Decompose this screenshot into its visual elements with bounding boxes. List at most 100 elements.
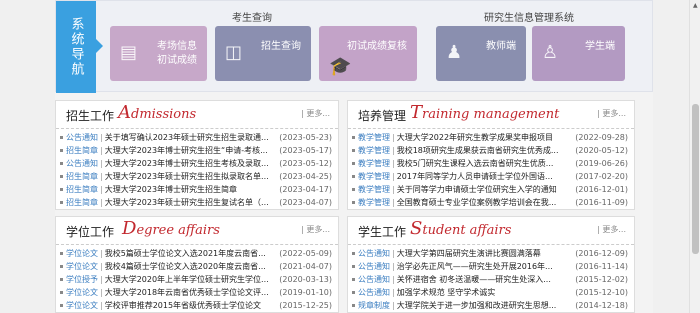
news-category[interactable]: 规章制度 [358,301,390,310]
news-title[interactable]: 大理大学2023年硕士研究生招生拟录取名单... [105,170,269,183]
news-date: (2015-12-10) [571,286,628,299]
news-item[interactable]: 教学管理 | 关于同等学力申请硕士学位研究生入学的通知 (2016-12-01) [352,183,634,196]
news-item[interactable]: 教学管理 | 2017年同等学力人员申请硕士学位外国语... (2017-02-20) [352,170,634,183]
separator: | [100,249,103,258]
news-title[interactable]: 我校5门研究生课程入选云南省研究生优质... [397,157,554,170]
news-title[interactable]: 关怀进宿舍 初冬送温暖——研究生处深入... [397,273,551,286]
news-category[interactable]: 公告通知 [358,249,390,258]
more-link[interactable]: | 更多... [301,108,330,119]
news-title[interactable]: 大理大学2023年博士研究生招生简章 [105,183,237,196]
teacher-portal-tile[interactable]: ♟ 教师端 [436,26,526,81]
news-category[interactable]: 教学管理 [358,198,390,207]
news-item[interactable]: 学位论文 | 学校评审推荐2015年省级优秀硕士学位论文 (2015-12-25) [60,299,338,312]
news-category[interactable]: 教学管理 [358,159,390,168]
news-category[interactable]: 学位授予 [66,275,98,284]
news-category[interactable]: 教学管理 [358,185,390,194]
news-category[interactable]: 教学管理 [358,172,390,181]
separator: | [100,262,103,271]
tile-label: 招生查询 [261,41,301,52]
news-item[interactable]: 招生简章 | 大理大学2023年博士研究生招生“申请-考核... (2023-05-1… [60,144,338,157]
news-item[interactable]: 教学管理 | 我校5门研究生课程入选云南省研究生优质... (2019-06-26) [352,157,634,170]
news-category[interactable]: 公告通知 [358,275,390,284]
bullet-icon [352,175,355,178]
training-panel: 培养管理 Training management | 更多... 教学管理 | 大理… [347,100,635,210]
news-category[interactable]: 教学管理 [358,133,390,142]
news-category[interactable]: 学位论文 [66,249,98,258]
score-review-tile[interactable]: 🎓 初试成绩复核 [319,26,417,81]
news-item[interactable]: 公告通知 | 加强学术规范 坚守学术诚实 (2015-12-10) [352,286,634,299]
news-title[interactable]: 治学必先正风气——研究生处开展2016年... [397,260,553,273]
news-item[interactable]: 规章制度 | 大理学院关于进一步加强和改进研究生思想... (2014-12-18) [352,299,634,312]
news-title[interactable]: 我校18项研究生成果获云南省研究生优秀成... [397,144,559,157]
news-category[interactable]: 教学管理 [358,146,390,155]
system-navigation-label: 系统导航 [56,1,96,93]
news-title[interactable]: 学校评审推荐2015年省级优秀硕士学位论文 [105,299,261,312]
news-item[interactable]: 教学管理 | 大理大学2022年研究生教学成果奖申报项目 (2022-09-28) [352,131,634,144]
news-title[interactable]: 大理大学2023年博士研究生招生“申请-考核... [105,144,268,157]
separator: | [100,301,103,310]
more-link[interactable]: | 更多... [301,224,330,235]
panel-english-title: Admissions [118,102,196,123]
news-item[interactable]: 招生简章 | 大理大学2023年硕士研究生招生拟录取名单... (2023-04-25… [60,170,338,183]
news-item[interactable]: 公告通知 | 关于填写确认2023年硕士研究生招生录取通... (2023-05-23… [60,131,338,144]
news-title[interactable]: 关于填写确认2023年硕士研究生招生录取通... [105,131,269,144]
scroll-up-icon[interactable]: ▲ [693,2,698,9]
news-title[interactable]: 2017年同等学力人员申请硕士学位外国语... [397,170,553,183]
news-date: (2016-12-01) [571,183,628,196]
news-category[interactable]: 学位论文 [66,301,98,310]
scrollbar-thumb[interactable] [692,104,699,254]
bullet-icon [352,252,355,255]
news-category[interactable]: 公告通知 [358,262,390,271]
vertical-scrollbar[interactable]: ▲ [689,0,700,313]
admission-query-tile[interactable]: ◫ 招生查询 [215,26,311,81]
news-title[interactable]: 大理大学2023年博士研究生招生考核及录取... [105,157,269,170]
news-list: 教学管理 | 大理大学2022年研究生教学成果奖申报项目 (2022-09-28) 教学… [348,129,634,209]
news-category[interactable]: 公告通知 [66,133,98,142]
news-title[interactable]: 我校4篇硕士学位论文入选2020年度云南省... [105,260,266,273]
news-item[interactable]: 公告通知 | 治学必先正风气——研究生处开展2016年... (2016-11-14) [352,260,634,273]
news-title[interactable]: 我校5篇硕士学位论文入选2021年度云南省... [105,247,266,260]
separator: | [392,172,395,181]
student-portal-tile[interactable]: ♙ 学生端 [532,26,625,81]
news-item[interactable]: 学位论文 | 我校4篇硕士学位论文入选2020年度云南省... (2021-04-07… [60,260,338,273]
news-title[interactable]: 加强学术规范 坚守学术诚实 [397,286,496,299]
bullet-icon [352,136,355,139]
more-link[interactable]: | 更多... [597,224,626,235]
news-title[interactable]: 大理大学2020年上半年学位硕士研究生学位... [105,273,269,286]
news-item[interactable]: 学位授予 | 大理大学2020年上半年学位硕士研究生学位... (2020-03-13… [60,273,338,286]
news-category[interactable]: 招生简章 [66,172,98,181]
news-item[interactable]: 招生简章 | 大理大学2023年硕士研究生招生复试名单（... (2023-04-07… [60,196,338,209]
news-item[interactable]: 公告通知 | 大理大学2023年博士研究生招生考核及录取... (2023-05-12… [60,157,338,170]
panel-title: 学位工作 [66,225,115,239]
news-category[interactable]: 招生简章 [66,146,98,155]
news-item[interactable]: 公告通知 | 大理大学第四届研究生演讲比赛圆满落幕 (2016-12-09) [352,247,634,260]
tile-label: 初试成绩复核 [347,41,407,52]
news-item[interactable]: 教学管理 | 全国教育硕士专业学位案例教学培训会在我... (2016-11-09) [352,196,634,209]
bullet-icon [60,188,63,191]
news-item[interactable]: 公告通知 | 关怀进宿舍 初冬送温暖——研究生处深入... (2015-12-02) [352,273,634,286]
news-item[interactable]: 教学管理 | 我校18项研究生成果获云南省研究生优秀成... (2020-05-12) [352,144,634,157]
news-item[interactable]: 学位论文 | 大理大学2018年云南省优秀硕士学位论文评... (2019-01-10… [60,286,338,299]
news-title[interactable]: 大理大学2023年硕士研究生招生复试名单（... [105,196,269,209]
separator: | [100,172,103,181]
news-title[interactable]: 关于同等学力申请硕士学位研究生入学的通知 [397,183,557,196]
news-title[interactable]: 大理大学第四届研究生演讲比赛圆满落幕 [397,247,541,260]
news-title[interactable]: 大理学院关于进一步加强和改进研究生思想... [397,299,557,312]
news-date: (2015-12-25) [275,299,332,312]
more-link[interactable]: | 更多... [597,108,626,119]
news-category[interactable]: 公告通知 [358,288,390,297]
news-title[interactable]: 大理大学2018年云南省优秀硕士学位论文评... [105,286,269,299]
news-category[interactable]: 学位论文 [66,262,98,271]
news-category[interactable]: 公告通知 [66,159,98,168]
news-category[interactable]: 招生简章 [66,198,98,207]
script-rest: raining management [422,107,560,122]
exam-info-tile[interactable]: ▤ 考场信息 初试成绩 [110,26,207,81]
news-list: 学位论文 | 我校5篇硕士学位论文入选2021年度云南省... (2022-05-09… [56,245,338,312]
news-category[interactable]: 学位论文 [66,288,98,297]
news-category[interactable]: 招生简章 [66,185,98,194]
news-title[interactable]: 大理大学2022年研究生教学成果奖申报项目 [397,131,553,144]
news-item[interactable]: 招生简章 | 大理大学2023年博士研究生招生简章 (2023-04-17) [60,183,338,196]
news-title[interactable]: 全国教育硕士专业学位案例教学培训会在我... [397,196,557,209]
news-item[interactable]: 学位论文 | 我校5篇硕士学位论文入选2021年度云南省... (2022-05-09… [60,247,338,260]
panel-title: 学生工作 [358,225,407,239]
